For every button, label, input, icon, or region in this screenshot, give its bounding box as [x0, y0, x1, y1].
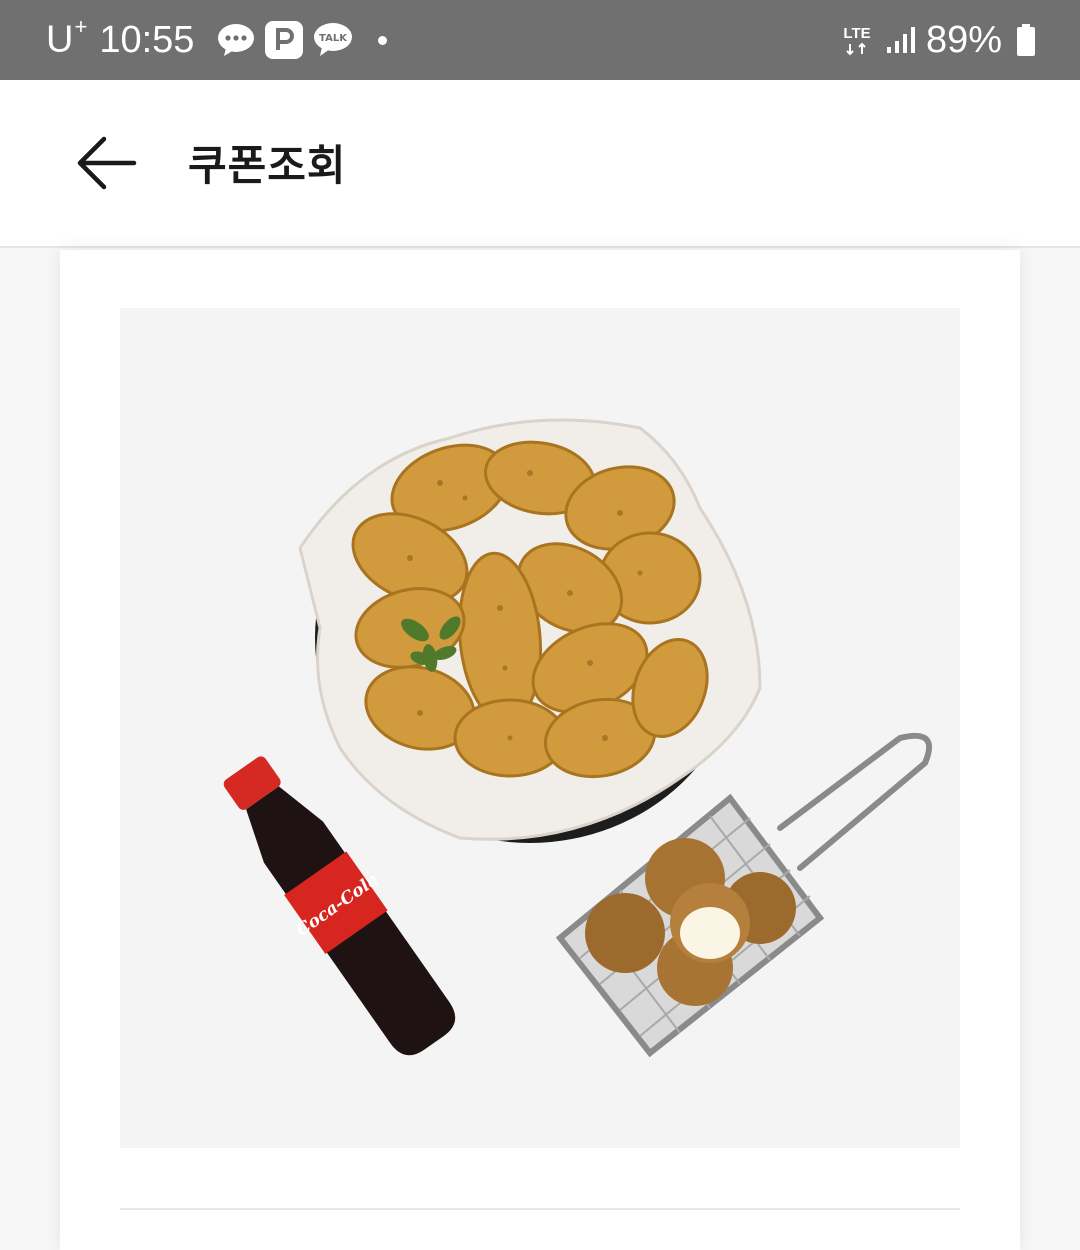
status-right: LTE 89%	[832, 0, 1036, 80]
arrow-left-icon	[68, 136, 144, 200]
lte-icon: LTE	[840, 22, 874, 58]
svg-text:LTE: LTE	[843, 25, 870, 42]
app-bar: 쿠폰조회	[0, 80, 1080, 248]
parking-p-icon	[264, 20, 304, 60]
chat-bubble-icon	[216, 22, 256, 58]
battery-icon	[1016, 23, 1036, 57]
battery-percent: 89%	[925, 18, 1002, 61]
page-title: 쿠폰조회	[188, 141, 347, 190]
signal-icon	[886, 25, 916, 55]
notification-dot	[378, 35, 388, 45]
kakaotalk-icon: TALK	[312, 21, 354, 59]
status-time: 10:55	[99, 18, 195, 61]
coupon-product-image: Coca-Cola	[120, 308, 960, 1148]
status-left: U+ 10:55 TALK	[46, 0, 388, 80]
carrier-label: U+	[46, 14, 88, 61]
fry-basket-icon	[555, 793, 825, 1058]
back-button[interactable]	[68, 130, 144, 196]
coupon-card: Coca-Cola	[60, 250, 1020, 1250]
status-bar: U+ 10:55 TALK LTE 89%	[0, 0, 1080, 80]
svg-text:TALK: TALK	[319, 33, 348, 44]
divider	[120, 1208, 960, 1210]
